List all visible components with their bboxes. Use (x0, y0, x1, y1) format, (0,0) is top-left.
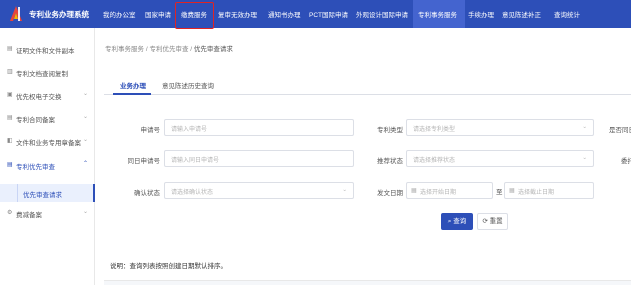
nav-item-notifications[interactable]: 通知书办理 (268, 9, 301, 19)
nav-item-pct[interactable]: PCT国际申请 (309, 9, 348, 19)
confirm-status-label: 确认状态 (134, 190, 160, 197)
search-button-label: 查询 (453, 218, 467, 225)
sidebar-item-label: 费减备案 (16, 212, 42, 219)
patent-type-label: 专利类型 (377, 127, 403, 134)
same-day-application-input[interactable]: 请输入同日申请号 (164, 150, 354, 167)
subitem-indicator (17, 184, 18, 202)
sidebar-item-fee-reduction[interactable]: ⚙ 费减备案 ⌄ (0, 206, 95, 222)
search-button[interactable]: ⌕ 查询 (441, 213, 473, 230)
same-day-application-placeholder: 请输入同日申请号 (171, 158, 220, 164)
chevron-down-icon: ⌄ (83, 91, 89, 97)
nav-item-opinion-correction[interactable]: 意见陈述补正 (502, 9, 541, 19)
chevron-down-icon: ⌄ (83, 137, 89, 143)
chevron-up-icon: ⌃ (83, 161, 89, 167)
result-table-header (104, 280, 631, 285)
sidebar-item-label: 专利合同备案 (16, 117, 55, 124)
application-number-placeholder: 请输入申请号 (171, 127, 208, 133)
same-day-application-label: 同日申请号 (127, 158, 161, 165)
confirm-status-placeholder: 请选择确认状态 (171, 190, 214, 196)
nav-item-reexamination[interactable]: 复审无效办理 (218, 9, 257, 19)
recommend-status-select[interactable]: 请选择推荐状态 ⌄ (406, 150, 594, 167)
top-nav-bar: 专利业务办理系统 我的办公室 国家申请 缴费服务 复审无效办理 通知书办理 PC… (0, 0, 631, 29)
nav-item-national-application[interactable]: 国家申请 (145, 9, 171, 19)
sidebar-item-seal-filing[interactable]: ◧ 文件和业务专用章备案 ⌄ (0, 134, 95, 150)
reset-button-label: 重置 (489, 218, 503, 225)
reset-icon: ⟳ (482, 218, 488, 225)
sort-note: 说明：查询列表按照创建日期默认排序。 (110, 263, 227, 270)
sidebar-item-priority-exchange[interactable]: ▣ 优先权电子交换 ⌄ (0, 88, 95, 104)
sidebar-item-label: 专利文档查阅复制 (16, 71, 68, 78)
breadcrumb-item[interactable]: 专利优先审查 (149, 46, 188, 53)
search-icon: ⌕ (447, 218, 452, 225)
sidebar-item-priority-examination[interactable]: ▤ 专利优先审查 ⌃ (0, 158, 95, 174)
document-icon: ▤ (7, 162, 13, 168)
same-day-label: 是否同日 (609, 127, 631, 134)
chevron-down-icon: ⌄ (83, 114, 89, 120)
nav-item-query-stats[interactable]: 查询统计 (554, 9, 580, 19)
nav-item-procedures[interactable]: 手续办理 (468, 9, 494, 19)
tab-active-indicator (113, 93, 151, 95)
contract-icon: ▤ (7, 115, 13, 121)
breadcrumb-separator: / (145, 46, 148, 53)
confirm-status-select[interactable]: 请选择确认状态 ⌄ (164, 182, 354, 199)
sidebar-item-label: 文件和业务专用章备案 (16, 140, 81, 147)
exchange-icon: ▣ (7, 92, 13, 98)
breadcrumb: 专利事务服务 / 专利优先审查 / 优先审查请求 (105, 43, 233, 53)
recommend-status-placeholder: 请选择推荐状态 (413, 158, 456, 164)
sidebar: ▤ 证明文件和文件副本 ▥ 专利文档查阅复制 ▣ 优先权电子交换 ⌄ ▤ 专利合… (0, 28, 95, 285)
end-date-picker[interactable]: ▦ 选择截止日期 (504, 182, 594, 199)
start-date-picker[interactable]: ▦ 选择开始日期 (406, 182, 493, 199)
issue-date-label: 发文日期 (377, 190, 403, 197)
nav-item-design-international[interactable]: 外观设计国际申请 (356, 9, 408, 19)
book-icon: ▥ (7, 69, 13, 75)
sidebar-item-label: 优先权电子交换 (16, 94, 62, 101)
delegate-label: 委托 (621, 158, 631, 165)
chevron-down-icon: ⌄ (582, 124, 587, 130)
document-icon: ▤ (7, 46, 13, 52)
seal-icon: ◧ (7, 138, 13, 144)
chevron-down-icon: ⌄ (83, 209, 89, 215)
nav-item-patent-affairs[interactable]: 专利事务服务 (418, 9, 457, 19)
chevron-down-icon: ⌄ (582, 155, 587, 161)
system-title: 专利业务办理系统 (29, 10, 89, 19)
sidebar-subitem-priority-request[interactable]: 优先审查请求 (0, 184, 95, 202)
sidebar-item-label: 专利优先审查 (16, 164, 55, 171)
application-number-label: 申请号 (140, 127, 161, 134)
tab-bar: 业务办理 意见陈述历史查询 (104, 75, 631, 95)
breadcrumb-item[interactable]: 专利事务服务 (105, 46, 144, 53)
breadcrumb-separator: / (190, 46, 193, 53)
sidebar-item-contract-filing[interactable]: ▤ 专利合同备案 ⌄ (0, 111, 95, 127)
end-date-placeholder: 选择截止日期 (518, 190, 555, 196)
application-number-input[interactable]: 请输入申请号 (164, 119, 354, 136)
sidebar-subitem-label: 优先审查请求 (23, 192, 62, 199)
patent-type-select[interactable]: 请选择专利类型 ⌄ (406, 119, 594, 136)
logo-icon (10, 6, 22, 21)
nav-item-my-office[interactable]: 我的办公室 (103, 9, 136, 19)
calendar-icon: ▦ (411, 188, 417, 194)
date-range-separator: 至 (496, 189, 503, 196)
patent-type-placeholder: 请选择专利类型 (413, 127, 456, 133)
calendar-icon: ▦ (509, 188, 515, 194)
breadcrumb-current: 优先审查请求 (193, 46, 233, 53)
sidebar-item-label: 证明文件和文件副本 (16, 48, 75, 55)
sidebar-item-certificates[interactable]: ▤ 证明文件和文件副本 (0, 42, 95, 58)
recommend-status-label: 推荐状态 (377, 158, 403, 165)
tab-opinion-history[interactable]: 意见陈述历史查询 (162, 80, 214, 90)
start-date-placeholder: 选择开始日期 (420, 190, 457, 196)
sidebar-item-archive-copy[interactable]: ▥ 专利文档查阅复制 (0, 65, 95, 81)
nav-highlight-box (175, 2, 214, 29)
reset-button[interactable]: ⟳ 重置 (477, 213, 508, 230)
tab-business-handling[interactable]: 业务办理 (120, 80, 146, 90)
gear-icon: ⚙ (7, 210, 13, 216)
